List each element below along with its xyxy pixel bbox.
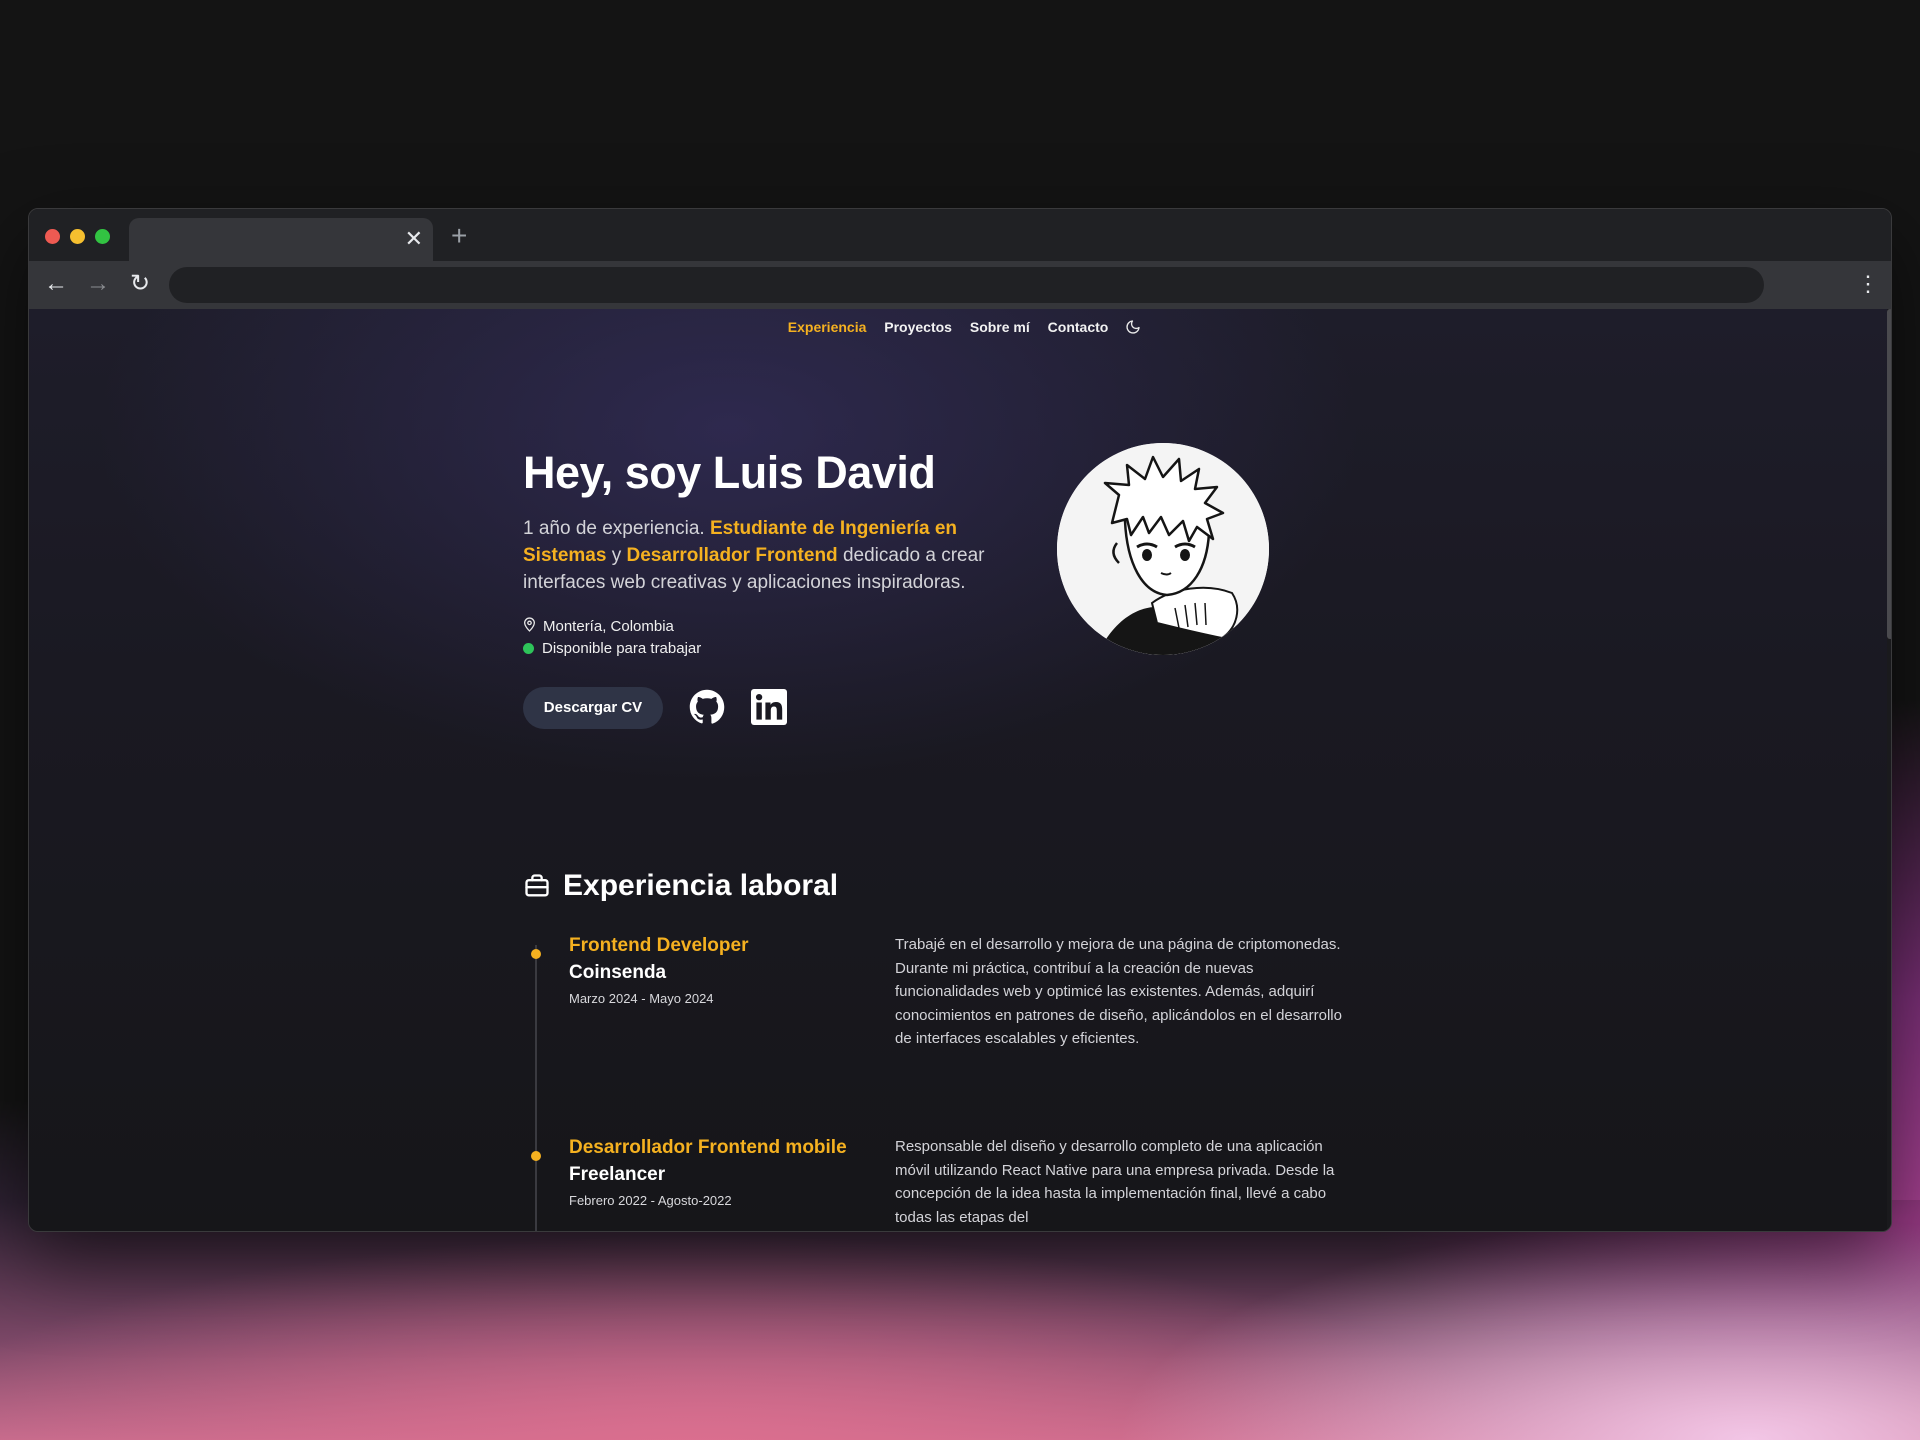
scrollbar-thumb[interactable] [1887, 309, 1891, 639]
job-description: Responsable del diseño y desarrollo comp… [895, 1138, 1335, 1226]
nav-link-contacto[interactable]: Contacto [1048, 319, 1109, 335]
experience-title-text: Experiencia laboral [563, 869, 839, 902]
browser-menu-icon[interactable]: ⋮ [1857, 268, 1879, 300]
hero-title: Hey, soy Luis David [523, 447, 936, 498]
availability-row: Disponible para trabajar [523, 640, 701, 657]
availability-status-dot [523, 643, 534, 654]
tab-bar: ✕ + [29, 209, 1891, 261]
availability-text: Disponible para trabajar [542, 640, 702, 657]
anime-avatar-icon [1057, 443, 1269, 655]
maximize-window-button[interactable] [95, 229, 110, 244]
nav-link-proyectos[interactable]: Proyectos [884, 319, 952, 335]
nav-link-experiencia[interactable]: Experiencia [788, 319, 867, 335]
job-company: Freelancer [569, 1164, 666, 1185]
new-tab-button[interactable]: + [451, 221, 467, 251]
hero-description-text: 1 año de experiencia. [523, 518, 710, 539]
location-pin-icon [523, 617, 536, 636]
github-icon[interactable] [689, 689, 725, 730]
linkedin-icon[interactable] [751, 689, 787, 730]
job-role: Desarrollador Frontend mobile [569, 1137, 847, 1158]
page-scrollbar[interactable] [1887, 309, 1891, 1231]
browser-window: ✕ + ← → ↻ ⋮ Experiencia Proyectos Sobre … [28, 208, 1892, 1232]
experience-section-title: Experiencia laboral [523, 869, 838, 903]
minimize-window-button[interactable] [70, 229, 85, 244]
job-description: Trabajé en el desarrollo y mejora de una… [895, 936, 1342, 1047]
close-window-button[interactable] [45, 229, 60, 244]
job-dates: Febrero 2022 - Agosto-2022 [569, 1193, 732, 1208]
hero-description: 1 año de experiencia. Estudiante de Inge… [523, 515, 1023, 596]
download-cv-button[interactable]: Descargar CV [523, 687, 663, 729]
hero-highlight-role: Desarrollador Frontend [626, 545, 838, 566]
location-row: Montería, Colombia [523, 617, 674, 636]
moon-icon[interactable] [1125, 319, 1141, 338]
job-dates: Marzo 2024 - Mayo 2024 [569, 991, 714, 1006]
browser-toolbar: ← → ↻ ⋮ [29, 261, 1891, 309]
timeline-bullet [531, 949, 541, 959]
page-viewport: Experiencia Proyectos Sobre mí Contacto … [29, 309, 1891, 1231]
timeline-bullet [531, 1151, 541, 1161]
job-company: Coinsenda [569, 962, 667, 983]
reload-icon[interactable]: ↻ [125, 269, 155, 299]
forward-arrow-icon[interactable]: → [83, 269, 113, 299]
job-role: Frontend Developer [569, 935, 749, 956]
browser-tab[interactable]: ✕ [129, 218, 433, 261]
location-text: Montería, Colombia [543, 618, 674, 635]
nav-link-sobre-mi[interactable]: Sobre mí [970, 319, 1030, 335]
briefcase-icon [525, 874, 549, 897]
address-bar[interactable] [169, 267, 1764, 303]
hero-description-text: y [606, 545, 627, 566]
site-nav: Experiencia Proyectos Sobre mí Contacto [29, 319, 1891, 338]
timeline-line [535, 945, 537, 1231]
tab-close-icon[interactable]: ✕ [405, 226, 423, 252]
back-arrow-icon[interactable]: ← [41, 269, 71, 299]
